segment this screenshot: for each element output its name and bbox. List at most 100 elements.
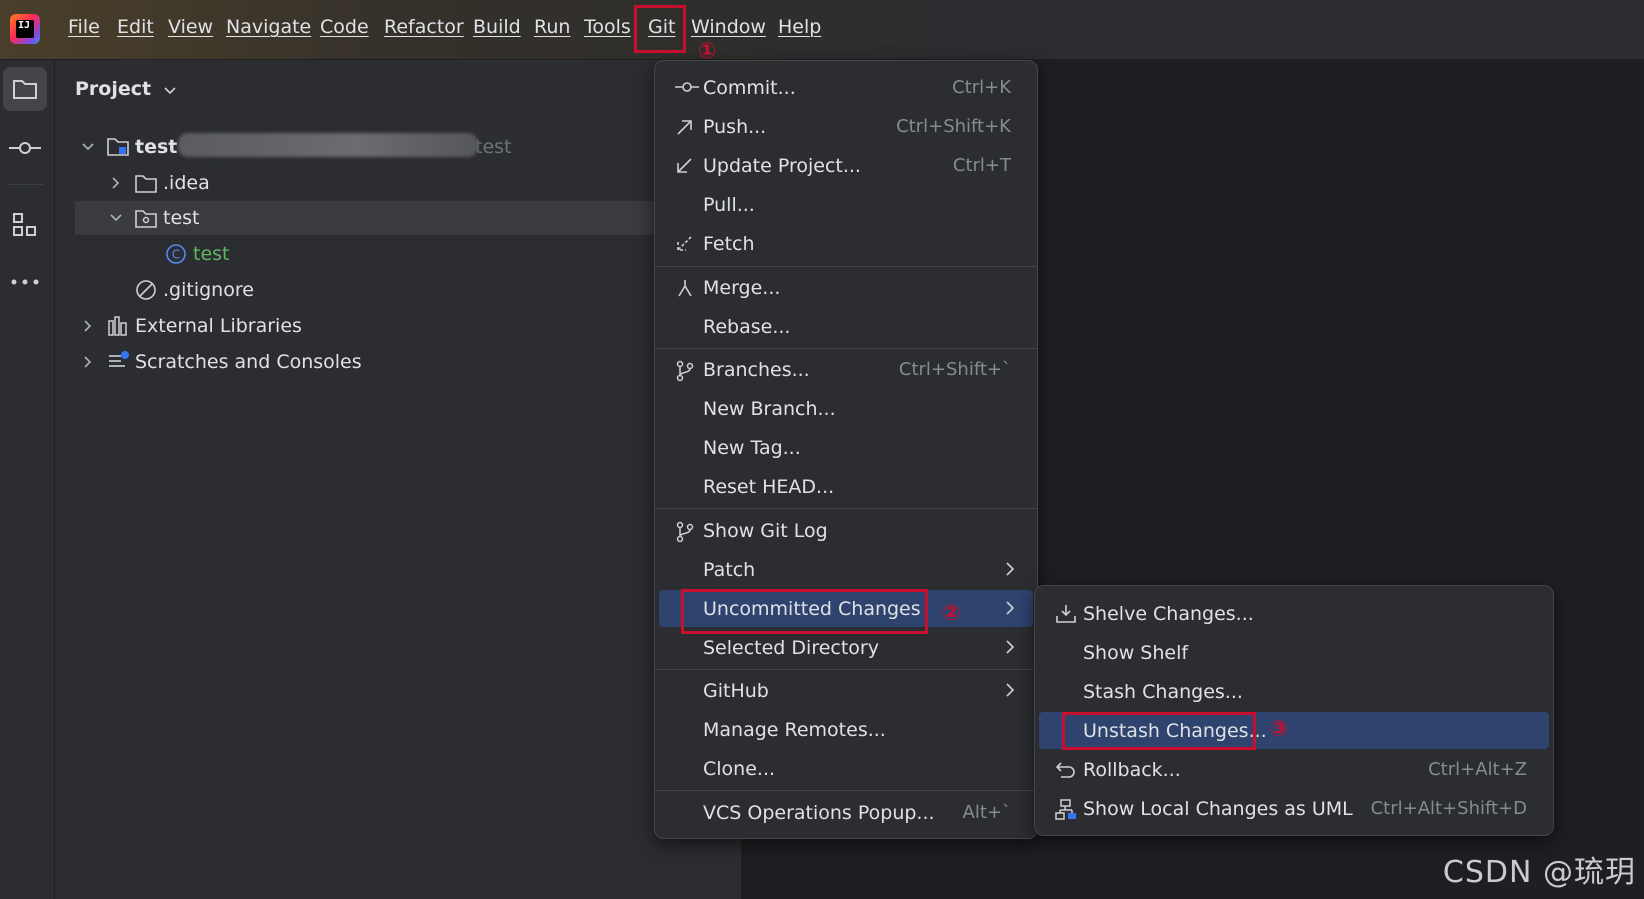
menu-item-label: Rebase... [703, 315, 791, 338]
svg-text:C: C [172, 248, 180, 262]
menu-item-label: Push... [703, 115, 767, 138]
more-dots-icon [11, 279, 39, 285]
menu-item-rebase[interactable]: Rebase... [659, 308, 1033, 345]
menu-run[interactable]: Run [534, 16, 570, 38]
blurred-path [178, 133, 478, 157]
menu-item-label: Show Shelf [1083, 641, 1189, 664]
branch-icon [676, 360, 694, 382]
menu-refactor[interactable]: Refactor [384, 16, 464, 38]
menu-item-shortcut: Ctrl+Shift+` [898, 359, 1011, 380]
chevron-right-icon [1006, 562, 1015, 576]
menu-separator [655, 266, 1037, 267]
menu-item-show-shelf[interactable]: Show Shelf [1039, 634, 1549, 671]
git-menu-popup: Commit... Ctrl+K Push... Ctrl+Shift+K Up… [654, 60, 1038, 839]
menu-separator [655, 669, 1037, 670]
step-2-marker: ② [942, 601, 961, 626]
menu-item-show-local-changes-uml[interactable]: Show Local Changes as UML Ctrl+Alt+Shift… [1039, 790, 1549, 827]
menu-item-new-tag[interactable]: New Tag... [659, 429, 1033, 466]
tree-label: test [193, 243, 230, 265]
menu-item-selected-directory[interactable]: Selected Directory [659, 629, 1033, 666]
update-arrow-icon [677, 158, 692, 173]
menu-item-label: Show Local Changes as UML [1083, 797, 1353, 820]
intellij-logo-icon[interactable]: IJ [10, 14, 40, 44]
menu-item-shortcut: Ctrl+Shift+K [896, 116, 1011, 137]
uncommitted-changes-submenu: Shelve Changes... Show Shelf Stash Chang… [1034, 585, 1554, 836]
menu-window[interactable]: Window [691, 16, 766, 38]
tree-row-test-class[interactable]: C test [75, 237, 675, 271]
menu-item-new-branch[interactable]: New Branch... [659, 390, 1033, 427]
tree-row-external-libraries[interactable]: External Libraries [75, 309, 675, 343]
menu-view[interactable]: View [168, 16, 213, 38]
menu-item-label: Pull... [703, 193, 755, 216]
menu-item-label: GitHub [703, 679, 769, 702]
menu-item-label: Commit... [703, 76, 796, 99]
chevron-down-icon [82, 143, 94, 151]
uml-icon [1055, 799, 1076, 820]
menu-item-label: Clone... [703, 757, 776, 780]
menu-item-merge[interactable]: Merge... [659, 269, 1033, 306]
project-tool-button[interactable] [3, 67, 47, 111]
menu-item-label: Patch [703, 558, 756, 581]
menu-edit[interactable]: Edit [117, 16, 154, 38]
menu-item-github[interactable]: GitHub [659, 672, 1033, 709]
structure-tool-button[interactable] [3, 203, 47, 247]
uncommitted-changes-highlight-box [681, 589, 928, 634]
menu-item-label: Stash Changes... [1083, 680, 1243, 703]
menu-item-shortcut: Ctrl+Alt+Z [1428, 759, 1527, 780]
chevron-right-icon [1006, 601, 1015, 615]
menu-item-clone[interactable]: Clone... [659, 750, 1033, 787]
menu-item-stash-changes[interactable]: Stash Changes... [1039, 673, 1549, 710]
menu-file[interactable]: File [68, 16, 100, 38]
chevron-down-icon [110, 214, 122, 222]
tree-row-test-folder[interactable]: test [75, 201, 655, 235]
merge-icon [678, 280, 692, 297]
menu-item-reset-head[interactable]: Reset HEAD... [659, 468, 1033, 505]
menu-item-branches[interactable]: Branches... Ctrl+Shift+` [659, 351, 1033, 388]
menu-item-label: Update Project... [703, 154, 861, 177]
tree-label: Scratches and Consoles [135, 351, 362, 373]
git-menu-highlight-box [634, 5, 686, 53]
menu-item-push[interactable]: Push... Ctrl+Shift+K [659, 108, 1033, 145]
tree-path-suffix: test [475, 136, 512, 158]
menu-item-patch[interactable]: Patch [659, 551, 1033, 588]
tree-row-gitignore[interactable]: .gitignore [75, 273, 675, 307]
menu-item-manage-remotes[interactable]: Manage Remotes... [659, 711, 1033, 748]
menu-separator [655, 508, 1037, 509]
chevron-right-icon [1006, 640, 1015, 654]
menu-help[interactable]: Help [778, 16, 821, 38]
menu-separator [655, 790, 1037, 791]
chevron-down-icon [164, 87, 176, 95]
menu-item-vcs-operations-popup[interactable]: VCS Operations Popup... Alt+` [659, 794, 1033, 831]
menu-item-label: Fetch [703, 232, 755, 255]
menu-item-label: Reset HEAD... [703, 475, 835, 498]
menu-item-pull[interactable]: Pull... [659, 186, 1033, 223]
tree-label: test [163, 207, 200, 229]
more-tools-button[interactable] [3, 260, 47, 304]
step-3-marker: ③ [1270, 717, 1289, 742]
menu-item-shortcut: Alt+` [962, 802, 1011, 823]
rollback-icon [1055, 762, 1075, 778]
menu-item-shortcut: Ctrl+K [952, 77, 1011, 98]
menu-item-update-project[interactable]: Update Project... Ctrl+T [659, 147, 1033, 184]
menu-item-show-git-log[interactable]: Show Git Log [659, 512, 1033, 549]
menu-item-commit[interactable]: Commit... Ctrl+K [659, 69, 1033, 106]
menu-item-shelve-changes[interactable]: Shelve Changes... [1039, 595, 1549, 632]
project-panel-title[interactable]: Project [75, 78, 176, 100]
menu-navigate[interactable]: Navigate [226, 16, 311, 38]
menu-build[interactable]: Build [473, 16, 521, 38]
menu-item-label: New Tag... [703, 436, 801, 459]
menu-code[interactable]: Code [320, 16, 369, 38]
menu-item-label: New Branch... [703, 397, 836, 420]
tree-label: .gitignore [163, 279, 254, 301]
tree-row-idea[interactable]: .idea [75, 166, 675, 200]
source-folder-icon [135, 210, 157, 228]
tree-row-scratches[interactable]: Scratches and Consoles [75, 345, 675, 379]
menu-tools[interactable]: Tools [584, 16, 631, 38]
menu-item-rollback[interactable]: Rollback... Ctrl+Alt+Z [1039, 751, 1549, 788]
commit-tool-button[interactable] [3, 126, 47, 170]
left-tool-strip [0, 60, 55, 899]
menu-item-fetch[interactable]: Fetch [659, 225, 1033, 262]
tree-label: External Libraries [135, 315, 302, 337]
main-menu-bar: IJ File Edit View Navigate Code Refactor… [0, 0, 1644, 60]
commit-icon [9, 142, 41, 154]
